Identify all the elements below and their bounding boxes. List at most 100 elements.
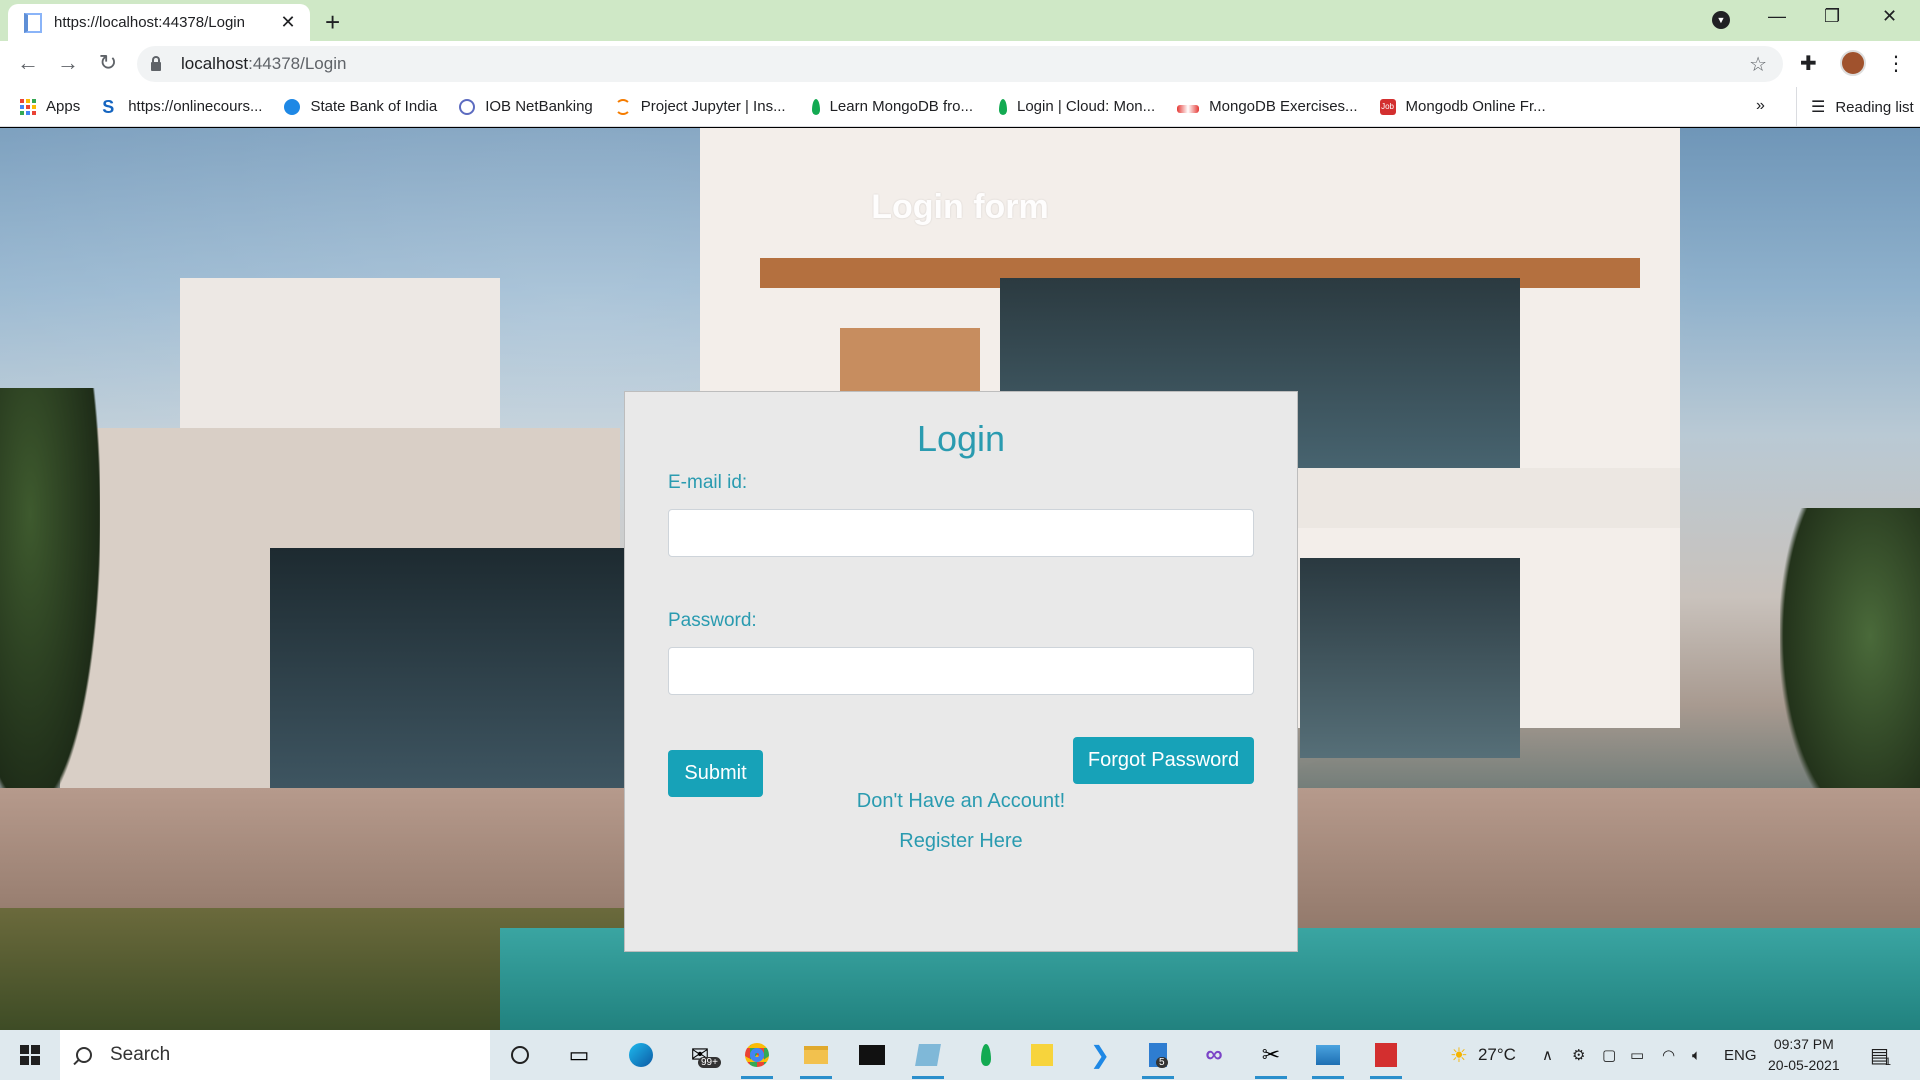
- azure-data-studio-icon[interactable]: [912, 1039, 944, 1079]
- close-window-icon[interactable]: ✕: [1882, 6, 1897, 27]
- search-icon: [76, 1047, 92, 1063]
- meet-now-icon[interactable]: ▢: [1602, 1030, 1616, 1080]
- bookmark-learn-mongodb[interactable]: Learn MongoDB fro...: [808, 98, 973, 115]
- file-explorer-icon[interactable]: [800, 1039, 832, 1079]
- reload-icon[interactable]: ↻: [94, 50, 122, 76]
- jupyter-icon: [614, 98, 631, 115]
- more-bookmarks-icon[interactable]: »: [1756, 97, 1765, 115]
- background-window: [270, 548, 650, 788]
- password-input[interactable]: [668, 647, 1254, 695]
- iob-icon: [459, 98, 476, 115]
- sticky-notes-icon[interactable]: [1026, 1039, 1058, 1071]
- vscode-icon[interactable]: ❯: [1084, 1039, 1116, 1071]
- forgot-password-button[interactable]: Forgot Password: [1073, 737, 1254, 784]
- acrobat-icon[interactable]: [1370, 1039, 1402, 1079]
- browser-tab[interactable]: https://localhost:44378/Login ✕: [8, 4, 310, 41]
- lock-icon[interactable]: [151, 55, 161, 71]
- tray-chevron-icon[interactable]: ∧: [1542, 1030, 1553, 1080]
- minimize-icon[interactable]: —: [1768, 6, 1786, 27]
- notification-count: 1: [1884, 1056, 1892, 1068]
- bookmark-mongodb-exercises[interactable]: MongoDB Exercises...: [1177, 98, 1358, 115]
- taskbar-search[interactable]: Search: [60, 1030, 490, 1080]
- register-link[interactable]: Register Here: [625, 830, 1297, 853]
- bookmark-label: IOB NetBanking: [485, 98, 593, 115]
- page-heading: Login form: [871, 188, 1049, 226]
- login-title: Login: [916, 418, 1006, 459]
- profile-avatar[interactable]: [1840, 50, 1866, 76]
- terminal-icon[interactable]: [856, 1039, 888, 1071]
- files-icon[interactable]: 5: [1142, 1039, 1174, 1079]
- browser-tabstrip: https://localhost:44378/Login ✕ + ▼ — ❐ …: [0, 0, 1920, 41]
- volume-icon[interactable]: 🔈︎: [1692, 1030, 1701, 1080]
- w3resource-icon: [1177, 104, 1200, 113]
- tab-search-icon[interactable]: ▼: [1712, 11, 1730, 29]
- bookmark-apps[interactable]: Apps: [20, 98, 80, 115]
- login-card: Login E-mail id: Password: Submit Forgot…: [624, 391, 1298, 952]
- task-view-icon[interactable]: ▭: [563, 1039, 595, 1071]
- bookmark-iob[interactable]: IOB NetBanking: [459, 98, 593, 115]
- clock-date: 20-05-2021: [1768, 1057, 1840, 1073]
- reading-list-icon: ☰: [1811, 99, 1826, 116]
- url-host: localhost: [181, 54, 249, 73]
- forward-icon[interactable]: →: [54, 50, 82, 76]
- bookmark-mongodb-cloud[interactable]: Login | Cloud: Mon...: [995, 98, 1155, 115]
- bookmark-label: Learn MongoDB fro...: [829, 98, 973, 115]
- bookmark-label: Login | Cloud: Mon...: [1017, 98, 1156, 115]
- windows-start-icon[interactable]: [20, 1045, 40, 1065]
- bookmark-label: Project Jupyter | Ins...: [640, 98, 786, 115]
- cortana-icon[interactable]: [504, 1039, 536, 1071]
- reading-list-label: Reading list: [1835, 98, 1914, 116]
- apps-grid-icon: [20, 98, 36, 115]
- notification-center-icon[interactable]: ▤ 1: [1870, 1030, 1891, 1080]
- snipping-tool-icon[interactable]: ✂: [1255, 1039, 1287, 1079]
- mongodb-leaf-icon: [999, 98, 1007, 115]
- bookmark-star-icon[interactable]: ☆: [1749, 52, 1767, 77]
- browser-toolbar: ← → ↻ localhost:44378/Login ☆ ✚ ⋮: [0, 41, 1920, 87]
- clock-time: 09:37 PM: [1773, 1036, 1834, 1052]
- weather-widget[interactable]: ☀ 27°C: [1450, 1030, 1516, 1080]
- network-status-icon[interactable]: ⚙: [1572, 1030, 1585, 1080]
- restore-icon[interactable]: ❐: [1824, 6, 1840, 27]
- no-account-link[interactable]: Don't Have an Account!: [625, 790, 1297, 813]
- bookmark-label: State Bank of India: [310, 98, 438, 115]
- url-path: :44378/Login: [248, 54, 347, 73]
- s-logo-icon: S: [102, 96, 115, 117]
- bookmark-jupyter[interactable]: Project Jupyter | Ins...: [614, 98, 786, 115]
- menu-kebab-icon[interactable]: ⋮: [1886, 51, 1906, 76]
- visual-studio-icon[interactable]: ∞: [1198, 1039, 1230, 1071]
- back-icon[interactable]: ←: [14, 50, 42, 76]
- bookmark-label: https://onlinecours...: [128, 98, 263, 115]
- battery-icon[interactable]: ▭: [1630, 1030, 1644, 1080]
- chrome-icon[interactable]: [741, 1039, 773, 1079]
- bookmark-mongodb-online[interactable]: Job Mongodb Online Fr...: [1379, 98, 1546, 115]
- mail-badge: 99+: [698, 1057, 721, 1068]
- email-label: E-mail id:: [668, 472, 748, 493]
- address-bar[interactable]: localhost:44378/Login ☆: [137, 46, 1783, 82]
- files-badge: 5: [1156, 1057, 1168, 1068]
- background-tree: [1780, 508, 1920, 828]
- bookmark-label: Apps: [46, 98, 81, 115]
- email-input[interactable]: [668, 509, 1254, 557]
- new-tab-button[interactable]: +: [325, 7, 340, 38]
- extensions-puzzle-icon[interactable]: ✚: [1800, 51, 1817, 76]
- mongodb-compass-icon[interactable]: [970, 1039, 1002, 1071]
- wifi-icon[interactable]: ◠: [1662, 1030, 1675, 1080]
- close-tab-icon[interactable]: ✕: [278, 12, 298, 33]
- background-window: [1300, 558, 1520, 758]
- language-indicator[interactable]: ENG: [1724, 1030, 1757, 1080]
- bookmark-sbi[interactable]: State Bank of India: [284, 98, 437, 115]
- bookmarks-bar: Apps S https://onlinecours... State Bank…: [0, 87, 1920, 127]
- password-label: Password:: [668, 610, 757, 631]
- search-placeholder: Search: [110, 1044, 171, 1065]
- taskbar: Search ▭ ✉ 99+ ❯ 5 ∞ ✂ ☀ 27°C ∧ ⚙ ▢ ▭ ◠ 🔈…: [0, 1030, 1920, 1080]
- temperature: 27°C: [1477, 1045, 1516, 1064]
- system-clock[interactable]: 09:37 PM 20-05-2021: [1768, 1034, 1840, 1076]
- bookmark-onlinecourses[interactable]: S https://onlinecours...: [102, 96, 263, 117]
- reading-list-button[interactable]: ☰ Reading list: [1796, 87, 1914, 127]
- edge-icon[interactable]: [625, 1039, 657, 1071]
- bookmark-label: MongoDB Exercises...: [1209, 98, 1358, 115]
- weather-sun-icon: ☀: [1450, 1044, 1468, 1067]
- mail-icon[interactable]: ✉ 99+: [684, 1039, 721, 1071]
- background-building: [180, 278, 500, 438]
- photos-icon[interactable]: [1312, 1039, 1344, 1079]
